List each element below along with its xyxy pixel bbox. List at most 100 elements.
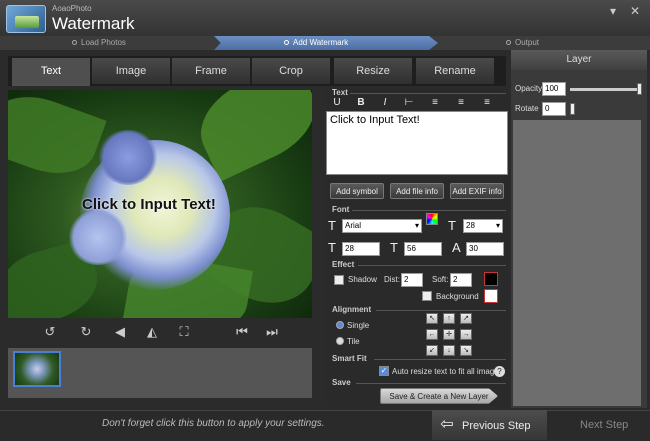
add-exif-info-button[interactable]: Add EXIF info [450, 183, 504, 199]
opacity-input[interactable]: 100 [542, 82, 566, 96]
minimize-icon[interactable]: ▾ [606, 4, 620, 18]
previous-step-button[interactable]: ⇦ Previous Step [432, 410, 547, 440]
dist-label: Dist: [384, 275, 400, 284]
align-top-icon[interactable]: ↑ [443, 313, 455, 324]
flower-shape [68, 210, 128, 265]
section-header-smart-fit: Smart Fit [332, 354, 367, 363]
rotate-right-icon[interactable]: ↻ [78, 324, 94, 340]
step-add-watermark[interactable]: Add Watermark [284, 36, 348, 50]
fit-screen-icon[interactable]: ⛶ [176, 324, 192, 340]
font-size-icon: T [448, 218, 456, 233]
opacity-label: Opacity [515, 84, 543, 93]
last-image-icon[interactable]: ⏭ [264, 324, 280, 340]
section-header-text: Text [332, 88, 348, 97]
align-right-pos-icon[interactable]: → [460, 329, 472, 340]
save-new-layer-button[interactable]: Save & Create a New Layer [380, 388, 498, 404]
line-spacing-input[interactable]: 30 [466, 242, 504, 256]
tile-radio[interactable] [336, 337, 344, 345]
underline-icon[interactable]: U [330, 97, 344, 108]
step-output[interactable]: Output [506, 36, 539, 50]
dist-input[interactable]: 2 [401, 273, 423, 287]
char-width-input[interactable]: 28 [342, 242, 380, 256]
italic-icon[interactable]: I [378, 97, 392, 108]
opacity-slider[interactable] [570, 88, 642, 91]
rotate-slider-thumb[interactable] [570, 103, 575, 115]
tab-frame[interactable]: Frame [172, 58, 250, 84]
next-step-button[interactable]: Next Step [550, 410, 650, 440]
align-bottom-left-icon[interactable]: ↙ [426, 345, 438, 356]
watermark-text-input[interactable]: Click to Input Text! [326, 111, 508, 175]
auto-resize-label: Auto resize text to fit all images [392, 367, 503, 376]
mirror-icon[interactable]: ◭ [144, 324, 160, 340]
align-top-left-icon[interactable]: ↖ [426, 313, 438, 324]
step-load-photos[interactable]: Load Photos [72, 36, 126, 50]
font-icon: T [328, 218, 336, 233]
add-symbol-button[interactable]: Add symbol [330, 183, 384, 199]
tab-text[interactable]: Text [12, 58, 90, 86]
flip-horizontal-icon[interactable]: ◀ [112, 324, 128, 340]
section-header-alignment: Alignment [332, 305, 372, 314]
step-dot-icon [506, 40, 511, 46]
soft-input[interactable]: 2 [450, 273, 472, 287]
section-header-save: Save [332, 378, 351, 387]
background-color-swatch[interactable] [484, 289, 498, 303]
background-checkbox[interactable] [422, 291, 432, 301]
rotate-input[interactable]: 0 [542, 102, 566, 116]
align-center-pos-icon[interactable]: ✛ [443, 329, 455, 340]
apply-hint: Don't forget click this button to apply … [102, 418, 325, 429]
strikethrough-icon[interactable]: ⊢ [402, 97, 416, 108]
tab-rename[interactable]: Rename [416, 58, 494, 84]
add-file-info-button[interactable]: Add file info [390, 183, 444, 199]
background-label: Background [436, 292, 479, 301]
help-icon[interactable]: ? [494, 366, 505, 377]
tile-label: Tile [347, 337, 360, 346]
line-spacing-icon: A [452, 240, 461, 255]
tab-crop[interactable]: Crop [252, 58, 330, 84]
brand-title: Watermark [52, 14, 135, 33]
shadow-label: Shadow [348, 275, 377, 284]
align-bottom-icon[interactable]: ↓ [443, 345, 455, 356]
single-radio[interactable] [336, 321, 344, 329]
single-label: Single [347, 321, 370, 330]
arrow-left-icon: ⇦ [440, 416, 454, 433]
soft-label: Soft: [432, 275, 449, 284]
auto-resize-checkbox[interactable]: ✓ [379, 366, 389, 376]
font-family-select[interactable]: Arial [342, 219, 422, 233]
thumbnail-image[interactable] [13, 351, 61, 387]
divider [356, 383, 506, 384]
step-dot-icon [72, 40, 77, 46]
divider [352, 210, 506, 211]
rotate-left-icon[interactable]: ↺ [42, 324, 58, 340]
layer-panel-title: Layer [511, 50, 647, 70]
align-left-icon[interactable]: ≡ [428, 97, 442, 108]
watermark-text[interactable]: Click to Input Text! [82, 196, 216, 213]
opacity-slider-thumb[interactable] [637, 83, 642, 95]
flower-shape [98, 130, 158, 185]
tab-image[interactable]: Image [92, 58, 170, 84]
bold-icon[interactable]: B [354, 97, 368, 108]
font-color-swatch[interactable] [426, 213, 438, 225]
align-center-icon[interactable]: ≡ [454, 97, 468, 108]
app-logo [6, 5, 46, 33]
rotate-slider[interactable] [570, 108, 642, 111]
next-step-label: Next Step [580, 419, 629, 431]
previous-step-label: Previous Step [462, 420, 531, 432]
tab-resize[interactable]: Resize [334, 58, 412, 84]
align-right-icon[interactable]: ≡ [480, 97, 494, 108]
char-spacing-input[interactable]: 56 [404, 242, 442, 256]
step-label: Add Watermark [293, 38, 349, 47]
align-bottom-right-icon[interactable]: ↘ [460, 345, 472, 356]
close-icon[interactable]: ✕ [628, 4, 642, 18]
first-image-icon[interactable]: ⏮ [234, 324, 250, 340]
section-header-effect: Effect [332, 260, 355, 269]
font-size-select[interactable]: 28 [463, 219, 503, 233]
char-width-icon: T [328, 240, 336, 255]
layer-list[interactable] [513, 120, 641, 406]
rotate-label: Rotate [515, 104, 539, 113]
align-top-right-icon[interactable]: ↗ [460, 313, 472, 324]
brand-small: AoaoPhoto [52, 4, 92, 13]
align-left-pos-icon[interactable]: ← [426, 329, 438, 340]
shadow-checkbox[interactable] [334, 275, 344, 285]
step-dot-icon [284, 40, 289, 46]
shadow-color-swatch[interactable] [484, 272, 498, 286]
